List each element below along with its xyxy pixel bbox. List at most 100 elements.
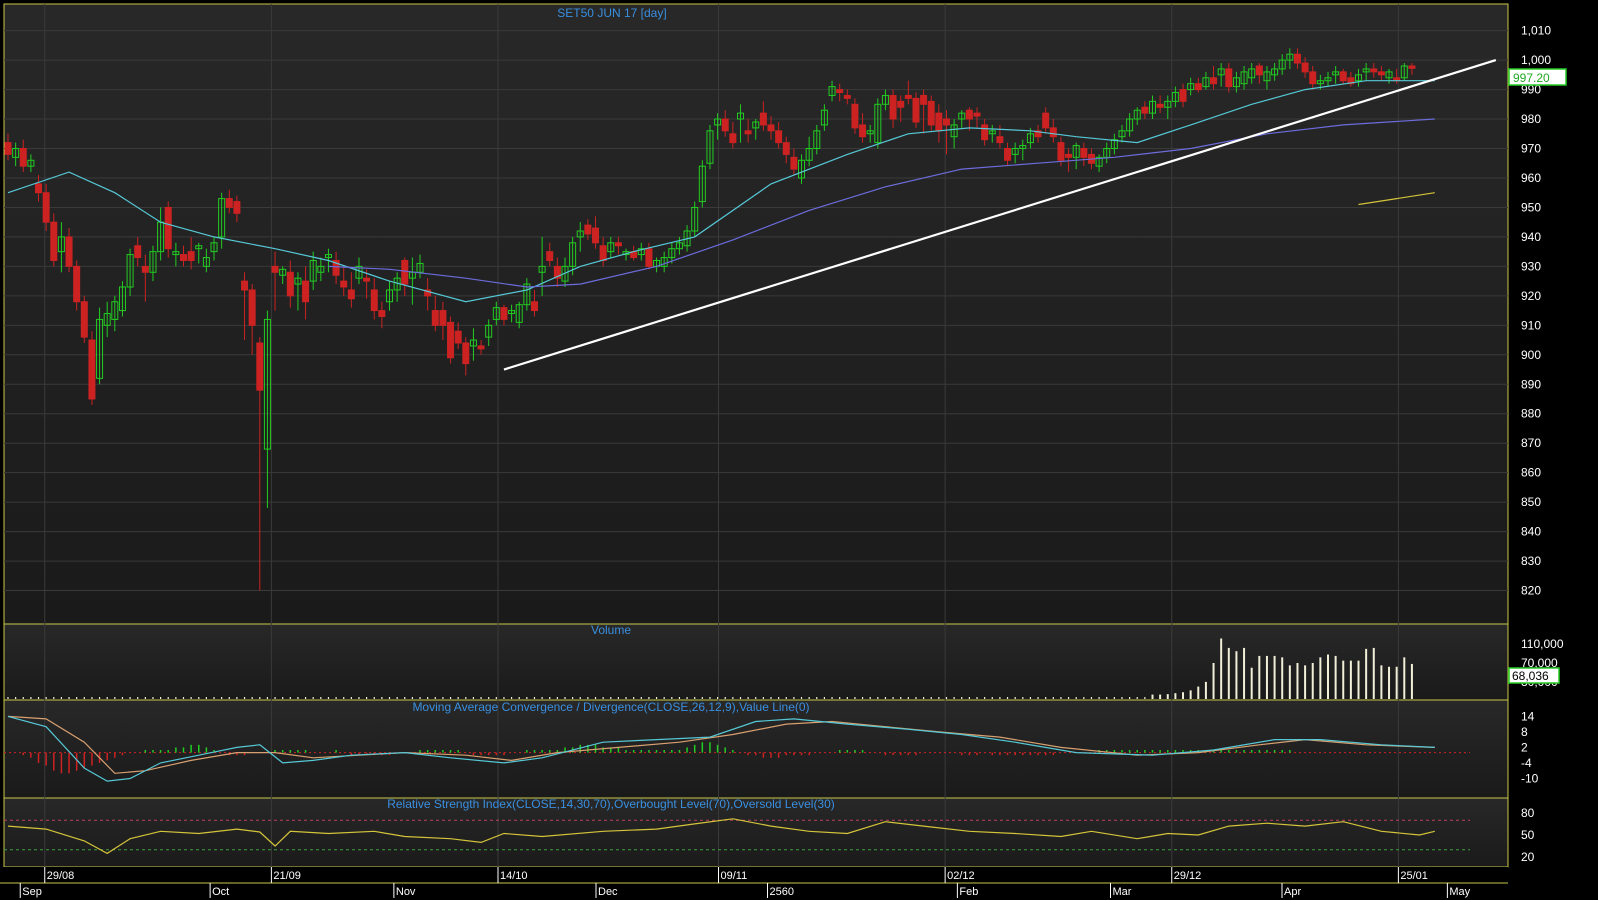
candle-body — [721, 118, 729, 132]
candle-body — [164, 206, 172, 250]
price-tick-label: 940 — [1521, 230, 1541, 244]
month-tick-label: May — [1449, 886, 1470, 898]
date-tick-label: 14/10 — [500, 870, 528, 882]
trading-chart: 820 830 840 850 860 870 880 890 900 910 920 930 940 9… — [0, 0, 1598, 900]
price-panel-title: SET50 JUN 17 [day] — [557, 6, 666, 20]
candle-body — [477, 345, 485, 350]
month-tick-label: Mar — [1113, 886, 1132, 898]
candle-body — [1225, 68, 1233, 88]
candle-body — [836, 89, 844, 94]
price-tick-label: 1,010 — [1521, 24, 1551, 38]
macd-panel-title: Moving Average Convergence / Divergence(… — [412, 700, 809, 714]
macd-tick-label: 8 — [1521, 725, 1528, 739]
volume-panel-title: Volume — [591, 623, 631, 637]
month-tick-label: Sep — [22, 886, 42, 898]
price-tick-label: 830 — [1521, 554, 1541, 568]
rsi-tick-label: 20 — [1521, 850, 1535, 864]
candle-body — [370, 289, 378, 312]
volume-tick-label: 110,000 — [1521, 637, 1564, 651]
candle-body — [65, 236, 73, 267]
candle-body — [1255, 65, 1263, 76]
candle-body — [134, 245, 142, 259]
last-volume-label: 68,036 — [1512, 669, 1549, 683]
month-tick-label: Dec — [598, 886, 618, 898]
macd-tick-label: -10 — [1521, 771, 1539, 785]
last-volume-badge: 68,036 — [1508, 667, 1560, 684]
candle-body — [729, 133, 737, 144]
price-tick-label: 920 — [1521, 289, 1541, 303]
candle-body — [1370, 68, 1378, 73]
candle-body — [904, 94, 912, 99]
price-panel-frame — [3, 3, 1509, 625]
candle-body — [340, 280, 348, 288]
panel-backgrounds — [0, 3, 1509, 900]
candle — [80, 295, 88, 343]
macd-tick-label: 2 — [1521, 740, 1528, 754]
candle-body — [744, 130, 752, 135]
candle-body — [592, 227, 600, 244]
candle-body — [187, 251, 195, 261]
candle-body — [302, 280, 310, 303]
price-tick-label: 970 — [1521, 142, 1541, 156]
month-tick-label: 2560 — [770, 886, 794, 898]
candle-body — [1210, 77, 1218, 85]
candle-body — [439, 310, 447, 326]
rsi-tick-label: 50 — [1521, 828, 1535, 842]
candle-body — [50, 221, 58, 261]
candle-body — [996, 136, 1004, 144]
price-tick-label: 820 — [1521, 584, 1541, 598]
month-tick-label: Oct — [212, 886, 229, 898]
month-tick-label: Feb — [959, 886, 978, 898]
candle-body — [1339, 71, 1347, 82]
price-tick-label: 870 — [1521, 436, 1541, 450]
candle-body — [179, 254, 187, 261]
price-tick-label: 980 — [1521, 112, 1541, 126]
chart-svg: 8208308408508608708808909009109209309409… — [0, 3, 1567, 900]
candle — [164, 201, 172, 258]
candle-body — [1141, 106, 1149, 114]
candle-body — [584, 224, 592, 235]
candle-body — [19, 148, 27, 167]
candle-body — [454, 330, 462, 344]
price-tick-label: 840 — [1521, 525, 1541, 539]
date-tick-label: 21/09 — [273, 870, 301, 882]
candle-body — [286, 271, 294, 297]
price-tick-label: 950 — [1521, 200, 1541, 214]
price-tick-label: 890 — [1521, 377, 1541, 391]
candle-body — [1194, 83, 1202, 91]
candle-body — [462, 342, 470, 365]
candle-body — [775, 130, 783, 144]
candle-body — [4, 142, 12, 155]
macd-tick-label: 14 — [1521, 709, 1535, 723]
candle-body — [645, 248, 653, 267]
macd-tick-label: -4 — [1521, 756, 1532, 770]
candle-body — [256, 342, 264, 391]
candle-body — [920, 94, 928, 105]
candle-body — [927, 100, 935, 126]
candle-body — [599, 245, 607, 261]
candle-body — [1080, 148, 1088, 158]
price-tick-label: 860 — [1521, 466, 1541, 480]
candle-body — [1377, 71, 1385, 76]
candle-body — [431, 310, 439, 326]
candle-body — [1179, 89, 1187, 102]
price-tick-label: 880 — [1521, 407, 1541, 421]
last-price-badge: 997.20 — [1508, 68, 1567, 86]
last-price-label: 997.20 — [1513, 71, 1550, 85]
candle-body — [767, 124, 775, 132]
candle-body — [141, 265, 149, 273]
month-tick-label: Nov — [396, 886, 416, 898]
candle-body — [981, 124, 989, 141]
candle-body — [80, 301, 88, 338]
candle-body — [942, 118, 950, 126]
candle-body — [1408, 65, 1416, 69]
candle-body — [1309, 71, 1317, 85]
candle-body — [42, 192, 50, 223]
candle-body — [859, 124, 867, 138]
price-tick-label: 900 — [1521, 348, 1541, 362]
candle-body — [614, 242, 622, 247]
candle-body — [1004, 148, 1012, 161]
candle-body — [225, 198, 233, 208]
candle-body — [965, 109, 973, 120]
date-tick-label: 25/01 — [1400, 870, 1428, 882]
